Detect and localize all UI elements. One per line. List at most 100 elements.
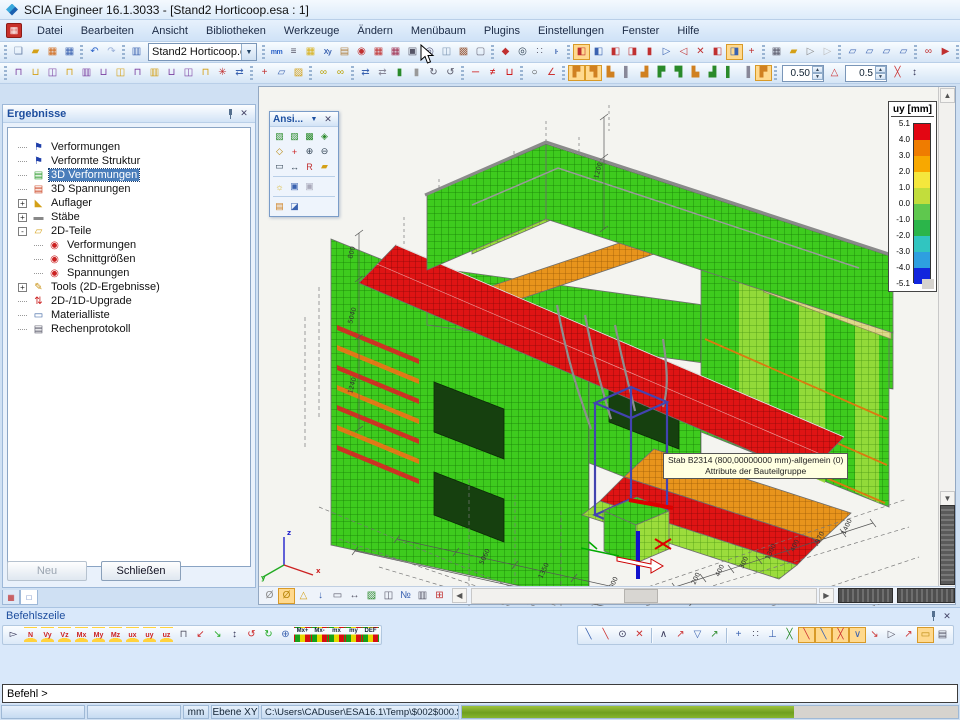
column-on-icon[interactable]: ▮ bbox=[391, 65, 408, 81]
line-red-icon[interactable]: ─ bbox=[467, 65, 484, 81]
show-labels-icon[interactable]: ▭ bbox=[329, 588, 346, 604]
section-label-icon[interactable]: I· bbox=[548, 44, 565, 60]
hatch-icon[interactable]: ▨ bbox=[290, 65, 307, 81]
toolbar-grip[interactable] bbox=[762, 45, 765, 60]
diagram-mx-icon[interactable]: mx bbox=[328, 627, 345, 643]
activity-filter-7-icon[interactable]: ◁ bbox=[675, 44, 692, 60]
tree-item-3dverformungen[interactable]: ▤3D Verformungen bbox=[8, 168, 250, 182]
cs-display-11-icon[interactable]: ◫ bbox=[180, 65, 197, 81]
centre-icon[interactable]: + bbox=[743, 44, 760, 60]
menu-item-menbaum[interactable]: Menübaum bbox=[402, 22, 475, 40]
window-tile-icon[interactable]: ▱ bbox=[861, 44, 878, 60]
panel-tool-8-icon[interactable]: ▙ bbox=[687, 65, 704, 81]
link-1-icon[interactable]: ∞ bbox=[315, 65, 332, 81]
menu-item-einstellungen[interactable]: Einstellungen bbox=[529, 22, 613, 40]
result-Vz-icon[interactable]: Vz bbox=[56, 627, 73, 643]
tree-expander-icon[interactable]: + bbox=[18, 213, 27, 222]
show-surfaces-icon[interactable]: ◫ bbox=[380, 588, 397, 604]
view-axo-icon[interactable]: ◈ bbox=[317, 129, 332, 144]
project-selector[interactable]: Stand2 Horticoop.e▼ bbox=[148, 43, 257, 61]
new-line-2-icon[interactable]: ╲ bbox=[597, 627, 614, 643]
doc-zoom-icon[interactable]: ◎ bbox=[514, 44, 531, 60]
zoom-slider-vertical[interactable] bbox=[940, 505, 955, 585]
toolbar-grip[interactable] bbox=[122, 45, 125, 60]
snap-tangent-icon[interactable]: ↗ bbox=[900, 627, 917, 643]
pan-bar-1[interactable] bbox=[838, 588, 893, 603]
command-panel-header[interactable]: Befehlszeile ✕ bbox=[0, 608, 960, 624]
toolbar-grip[interactable] bbox=[956, 45, 959, 60]
member-swap2-icon[interactable]: ⇄ bbox=[374, 65, 391, 81]
vertex-move-icon[interactable]: ↗ bbox=[672, 627, 689, 643]
toolbar-grip[interactable] bbox=[250, 66, 253, 81]
tree-expander-icon[interactable]: + bbox=[18, 283, 27, 292]
window-cascade-icon[interactable]: ▱ bbox=[844, 44, 861, 60]
mesh-icon[interactable]: ◉ bbox=[353, 44, 370, 60]
panel-tool-4-icon[interactable]: ▌ bbox=[619, 65, 636, 81]
panel-tool-1-icon[interactable]: ▛ bbox=[568, 65, 585, 81]
results-table-icon[interactable]: ▦ bbox=[370, 44, 387, 60]
panel-tool-2-icon[interactable]: ▜ bbox=[585, 65, 602, 81]
tree-item-stbe[interactable]: +▬Stäbe bbox=[8, 210, 250, 224]
link-2-icon[interactable]: ∞ bbox=[332, 65, 349, 81]
reaction-z-icon[interactable]: ↘ bbox=[209, 627, 226, 643]
delete-node-icon[interactable]: ✕ bbox=[631, 627, 648, 643]
zoom-selection-icon[interactable]: R bbox=[302, 159, 317, 174]
numbering-icon[interactable]: № bbox=[397, 588, 414, 604]
3d-viewport[interactable]: 8005040124012005060135060001200200400300… bbox=[258, 86, 956, 605]
status-plane[interactable]: Ebene XY bbox=[211, 705, 259, 719]
scale-cross-icon[interactable]: ╳ bbox=[889, 65, 906, 81]
cs-display-9-icon[interactable]: ▥ bbox=[146, 65, 163, 81]
redo-icon[interactable]: ↷ bbox=[103, 44, 120, 60]
snap-arc-icon[interactable]: ▷ bbox=[883, 627, 900, 643]
cs-display-12-icon[interactable]: ⊓ bbox=[197, 65, 214, 81]
save-all-icon[interactable]: ▦ bbox=[44, 44, 61, 60]
clip-box-off-icon[interactable]: Ø bbox=[261, 588, 278, 604]
activity-filter-6-icon[interactable]: ▷ bbox=[658, 44, 675, 60]
select-poly-icon[interactable]: ▱ bbox=[273, 65, 290, 81]
panel-tool-12-icon[interactable]: ▛ bbox=[755, 65, 772, 81]
tree-item-verformungen[interactable]: ⚑Verformungen bbox=[8, 140, 250, 154]
scroll-left-icon[interactable]: ◀ bbox=[452, 588, 467, 603]
toolbar-grip[interactable] bbox=[914, 45, 917, 60]
circle-icon[interactable]: ○ bbox=[526, 65, 543, 81]
chevron-down-icon[interactable]: ▼ bbox=[241, 44, 256, 60]
cs-display-2-icon[interactable]: ⊔ bbox=[27, 65, 44, 81]
cs-display-6-icon[interactable]: ⊔ bbox=[95, 65, 112, 81]
close-icon[interactable]: ✕ bbox=[940, 609, 954, 623]
dot-grid-icon[interactable]: ∷ bbox=[747, 627, 764, 643]
pin-icon[interactable] bbox=[926, 609, 940, 623]
pin-icon[interactable] bbox=[223, 107, 237, 121]
tree-expander-icon[interactable]: - bbox=[18, 227, 27, 236]
member-swap-icon[interactable]: ⇄ bbox=[357, 65, 374, 81]
diagram-my-icon[interactable]: my bbox=[345, 627, 362, 643]
rotation-cw-icon[interactable]: ↻ bbox=[260, 627, 277, 643]
cs-display-14-icon[interactable]: ⇄ bbox=[231, 65, 248, 81]
close-icon[interactable]: ✕ bbox=[237, 107, 251, 121]
scroll-right-icon[interactable]: ▶ bbox=[819, 588, 834, 603]
status-units[interactable]: mm bbox=[183, 705, 209, 719]
pan-bar-2[interactable] bbox=[897, 588, 955, 603]
glasses-icon[interactable]: ∞ bbox=[920, 44, 937, 60]
cs-display-3-icon[interactable]: ◫ bbox=[44, 65, 61, 81]
rotation-ccw-icon[interactable]: ↺ bbox=[243, 627, 260, 643]
reaction-x-icon[interactable]: ↙ bbox=[192, 627, 209, 643]
result-ux-icon[interactable]: ux bbox=[124, 627, 141, 643]
join-icon[interactable]: ↗ bbox=[706, 627, 723, 643]
paste-icon[interactable]: ▤ bbox=[336, 44, 353, 60]
menu-item-plugins[interactable]: Plugins bbox=[475, 22, 529, 40]
scroll-down-icon[interactable]: ▼ bbox=[940, 491, 955, 506]
panel-tool-9-icon[interactable]: ▟ bbox=[704, 65, 721, 81]
point-grid-icon[interactable]: ∷ bbox=[531, 44, 548, 60]
toolbar-grip[interactable] bbox=[567, 45, 570, 60]
cs-display-8-icon[interactable]: ⊓ bbox=[129, 65, 146, 81]
result-N-icon[interactable]: N bbox=[22, 627, 39, 643]
panel-tab-window[interactable]: □ bbox=[20, 590, 38, 605]
toolbar-grip[interactable] bbox=[491, 45, 494, 60]
toolbar-grip[interactable] bbox=[309, 66, 312, 81]
activity-filter-2-icon[interactable]: ◧ bbox=[590, 44, 607, 60]
filter-on-icon[interactable]: ▷ bbox=[802, 44, 819, 60]
new-line-icon[interactable]: ╲ bbox=[580, 627, 597, 643]
toolbar-grip[interactable] bbox=[262, 45, 265, 60]
fly-mode-icon[interactable]: ▶ bbox=[937, 44, 954, 60]
rotate-ccw-icon[interactable]: ↺ bbox=[442, 65, 459, 81]
